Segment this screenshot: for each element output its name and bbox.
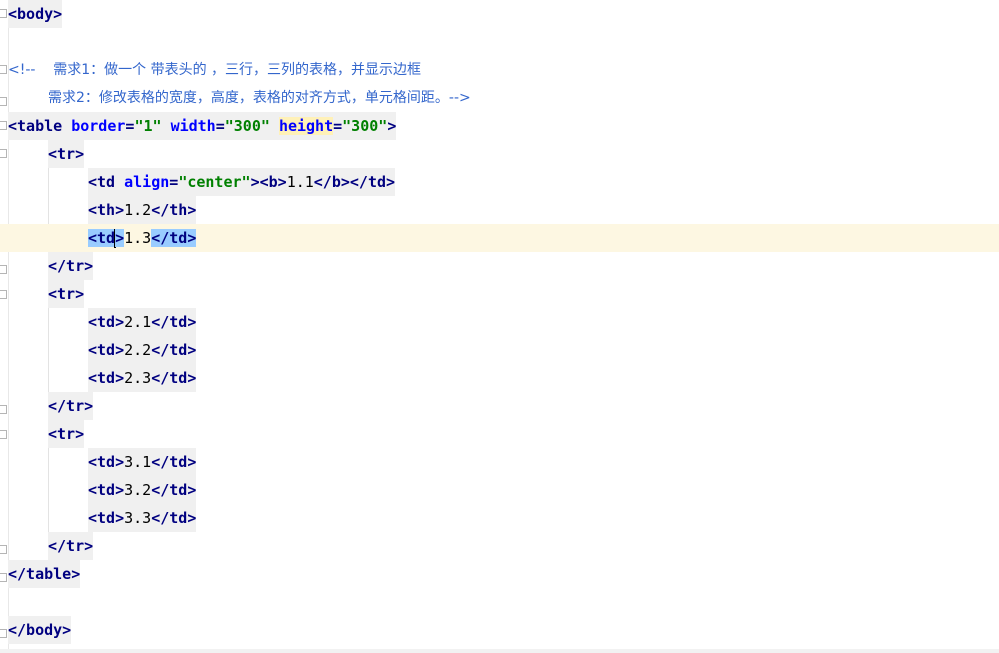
cell-1-2-code: <th>1.2</th> — [88, 196, 197, 224]
attr-align-value: "center" — [178, 173, 251, 191]
cell-2-1-content: 2.1 — [124, 313, 152, 331]
tr3-close-tag: </tr> — [48, 532, 94, 560]
tr1-close-tag: </tr> — [48, 252, 94, 280]
attr-align-name: align — [124, 173, 170, 191]
cell-1-1-code: <td align="center"><b>1.1</b></td> — [88, 168, 396, 196]
tr1-open-tag: <tr> — [48, 140, 85, 168]
code-line-tr3-open[interactable]: <tr> — [0, 420, 999, 448]
code-line-comment-1[interactable]: <!-- 需求1：做一个 带表头的 ，三行，三列的表格，并显示边框 — [0, 56, 999, 84]
cell-2-1-code: <td>2.1</td> — [88, 308, 197, 336]
table-close-tag: </table> — [8, 560, 81, 588]
code-line-body-close[interactable]: </body> — [0, 616, 999, 644]
attr-width-name: width — [170, 117, 216, 135]
cell-2-2-content: 2.2 — [124, 341, 152, 359]
comment-line-2: 需求2：修改表格的宽度，高度，表格的对齐方式，单元格间距。--> — [48, 90, 471, 106]
tr3-open-tag: <tr> — [48, 420, 85, 448]
code-line-cell-1-2[interactable]: <th>1.2</th> — [0, 196, 999, 224]
tr2-close-tag: </tr> — [48, 392, 94, 420]
cell-2-2-code: <td>2.2</td> — [88, 336, 197, 364]
attr-border-value: "1" — [134, 117, 162, 135]
attr-height-value: "300" — [342, 117, 388, 135]
code-line-cell-2-3[interactable]: <td>2.3</td> — [0, 364, 999, 392]
attr-height-name: height — [278, 117, 334, 135]
code-line-tr2-open[interactable]: <tr> — [0, 280, 999, 308]
cell-1-3-code: <td>1.3</td> — [88, 229, 197, 248]
attr-width-value: "300" — [224, 117, 270, 135]
code-line-comment-2[interactable]: 需求2：修改表格的宽度，高度，表格的对齐方式，单元格间距。--> — [0, 84, 999, 112]
body-close-tag: </body> — [8, 616, 72, 644]
code-line-cell-3-3[interactable]: <td>3.3</td> — [0, 504, 999, 532]
code-line-tr3-close[interactable]: </tr> — [0, 532, 999, 560]
code-line-tr1-open[interactable]: <tr> — [0, 140, 999, 168]
cell-3-3-content: 3.3 — [124, 509, 152, 527]
horizontal-scrollbar[interactable] — [0, 649, 999, 653]
code-line-table-close[interactable]: </table> — [0, 560, 999, 588]
cell-3-2-code: <td>3.2</td> — [88, 476, 197, 504]
cell-3-2-content: 3.2 — [124, 481, 152, 499]
table-open-tag: <table border="1" width="300" height="30… — [8, 112, 397, 140]
comment-line-1: <!-- 需求1：做一个 带表头的 ，三行，三列的表格，并显示边框 — [8, 62, 422, 78]
code-line-table-open[interactable]: <table border="1" width="300" height="30… — [0, 112, 999, 140]
code-editor[interactable]: <body> <!-- 需求1：做一个 带表头的 ，三行，三列的表格，并显示边框… — [0, 0, 999, 653]
cell-2-3-code: <td>2.3</td> — [88, 364, 197, 392]
code-line-body-open[interactable]: <body> — [0, 0, 999, 28]
code-line-cell-3-1[interactable]: <td>3.1</td> — [0, 448, 999, 476]
cell-1-3-content: 1.3 — [124, 229, 152, 247]
code-line-cell-1-1[interactable]: <td align="center"><b>1.1</b></td> — [0, 168, 999, 196]
code-line-tr2-close[interactable]: </tr> — [0, 392, 999, 420]
code-line-tr1-close[interactable]: </tr> — [0, 252, 999, 280]
code-line-cell-2-2[interactable]: <td>2.2</td> — [0, 336, 999, 364]
cell-3-1-code: <td>3.1</td> — [88, 448, 197, 476]
attr-border-name: border — [71, 117, 126, 135]
body-open-tag: <body> — [8, 0, 63, 28]
code-line-cell-3-2[interactable]: <td>3.2</td> — [0, 476, 999, 504]
cell-1-1-content: 1.1 — [286, 173, 314, 191]
cell-3-3-code: <td>3.3</td> — [88, 504, 197, 532]
cell-1-2-content: 1.2 — [124, 201, 152, 219]
tr2-open-tag: <tr> — [48, 280, 85, 308]
code-line-cell-1-3[interactable]: <td>1.3</td> — [0, 224, 999, 252]
cell-2-3-content: 2.3 — [124, 369, 152, 387]
cell-3-1-content: 3.1 — [124, 453, 152, 471]
code-line-cell-2-1[interactable]: <td>2.1</td> — [0, 308, 999, 336]
